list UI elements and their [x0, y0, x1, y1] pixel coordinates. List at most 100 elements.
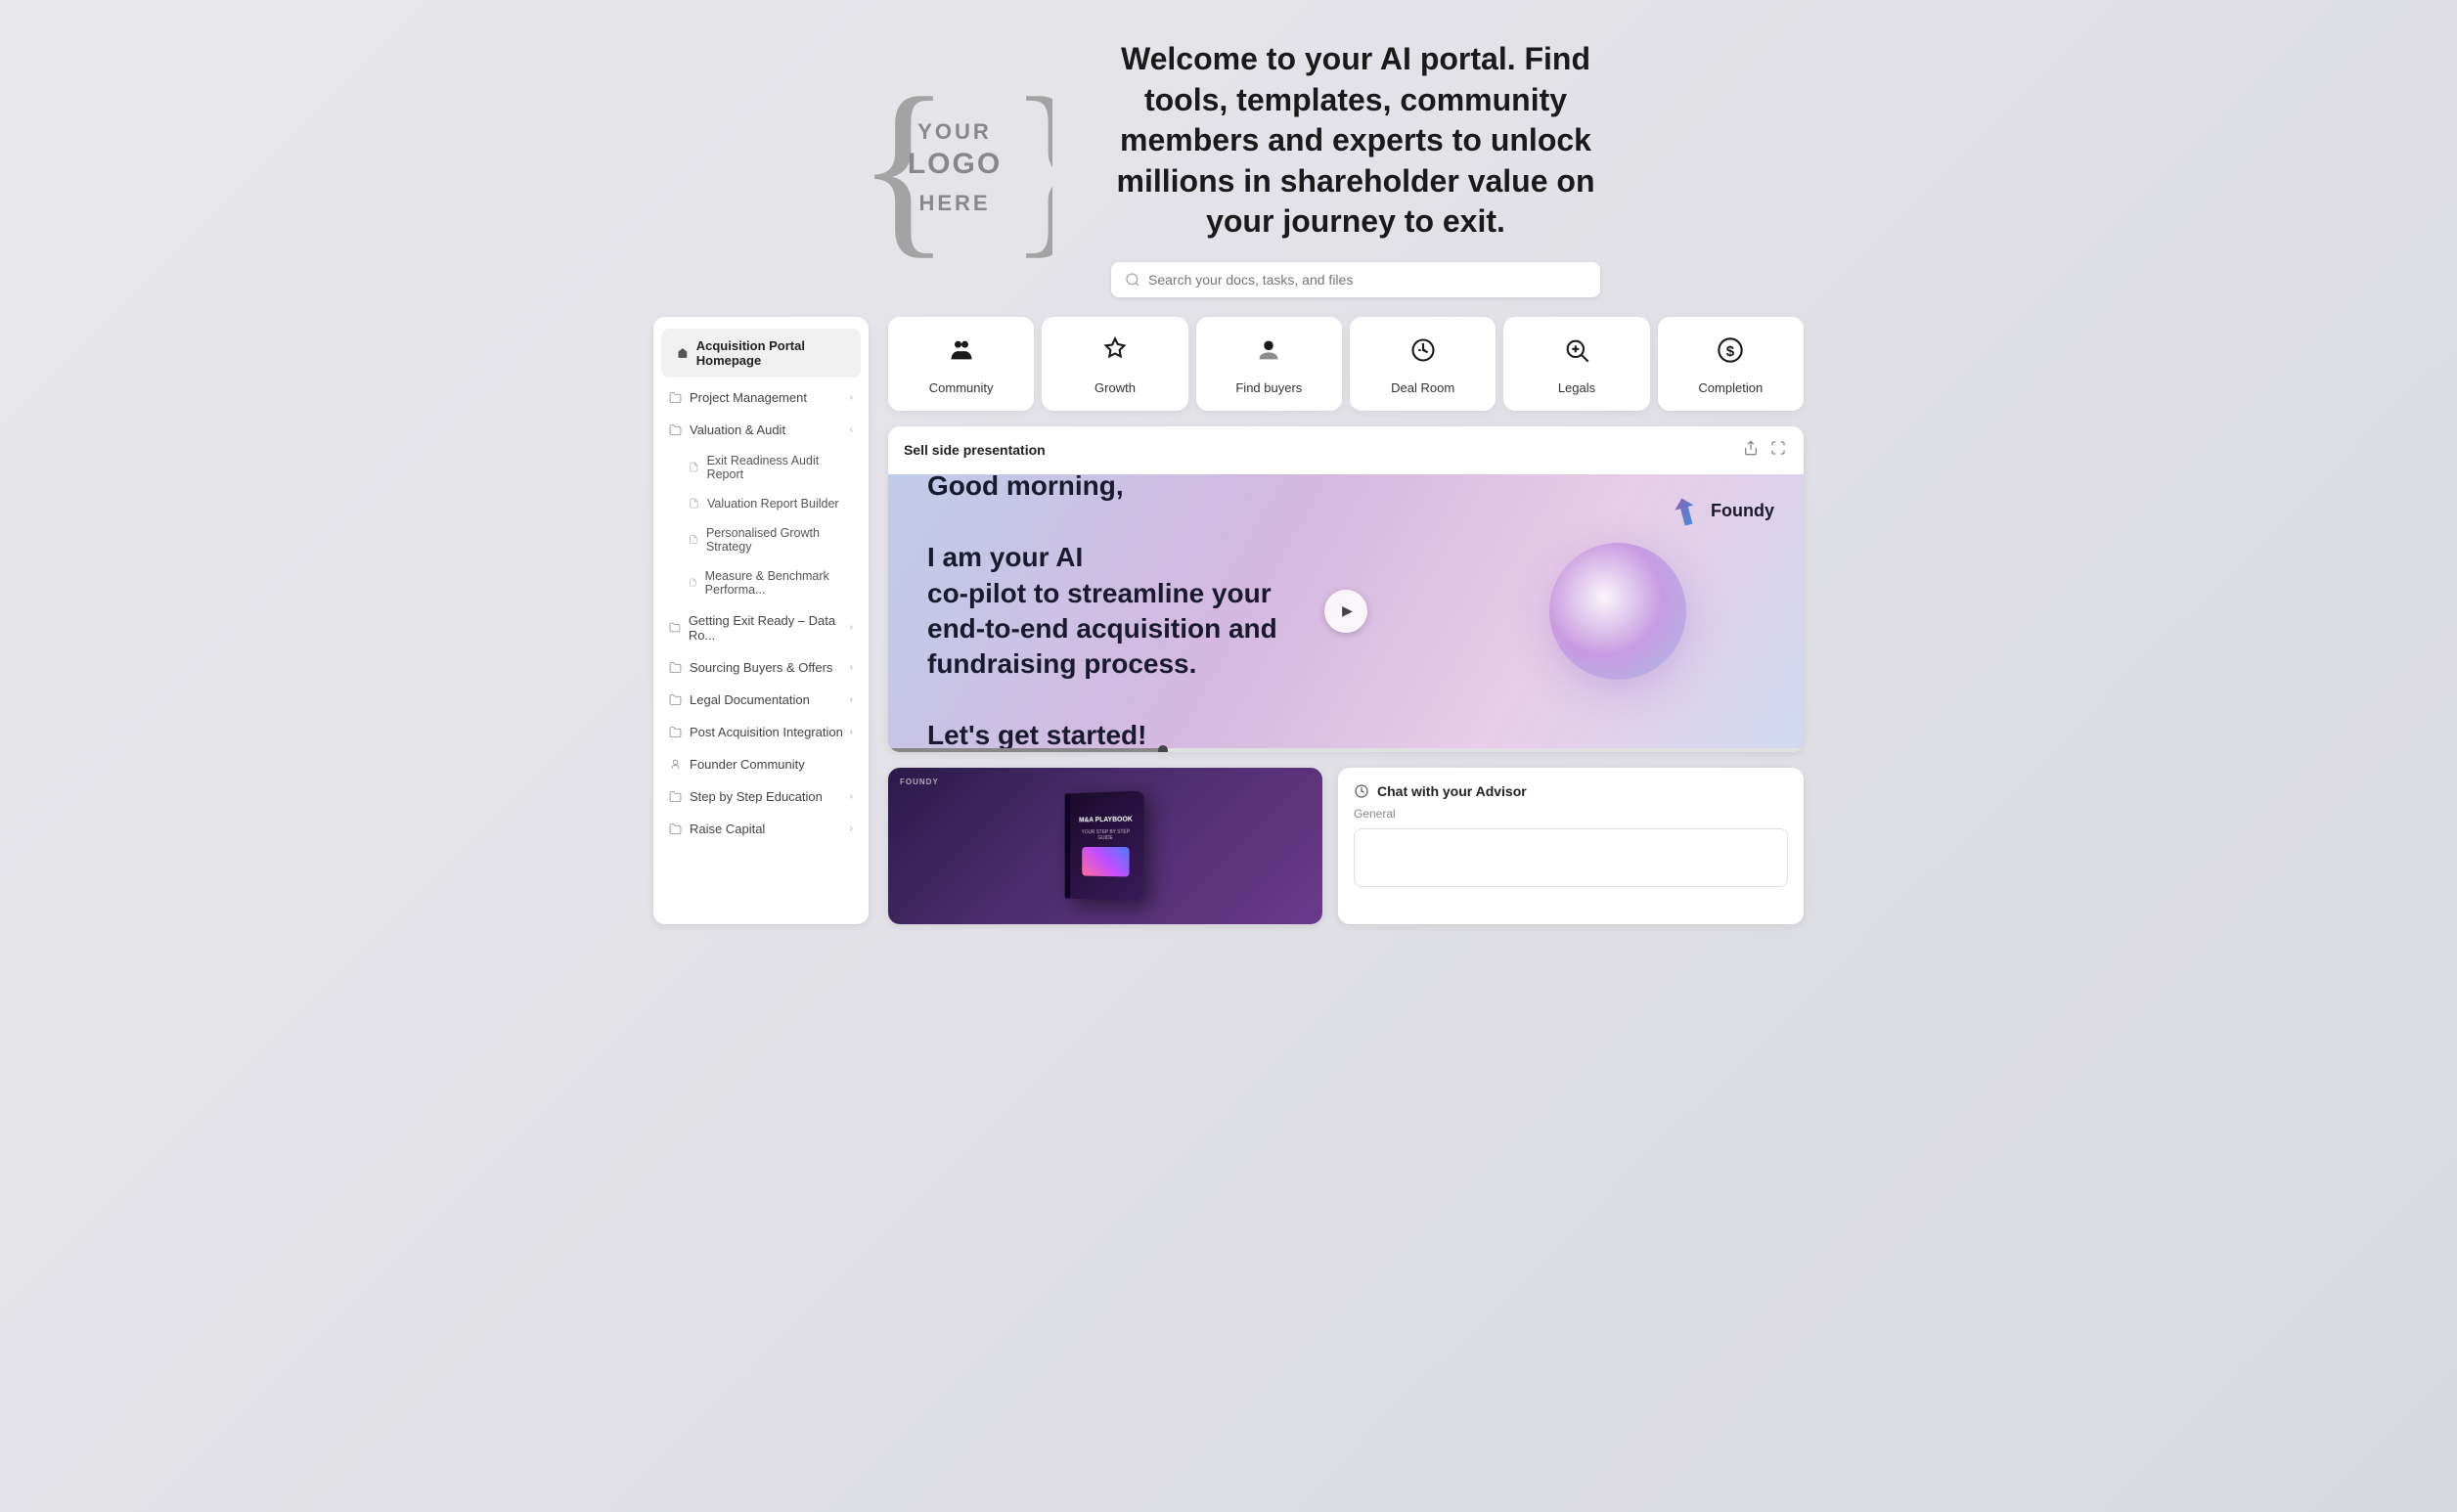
- folder-icon-6: [669, 726, 682, 738]
- foundy-name: Foundy: [1711, 501, 1774, 521]
- folder-icon-8: [669, 823, 682, 835]
- doc-icon-4: [689, 577, 697, 588]
- chevron-icon: ›: [850, 392, 853, 403]
- sidebar-sub-item-growth-strategy[interactable]: Personalised Growth Strategy: [653, 518, 869, 561]
- logo-container: { } YOUR LOGO HERE: [857, 66, 1052, 271]
- bottom-row: FOUNDY M&A PLAYBOOK YOUR STEP BY STEP GU…: [888, 768, 1804, 924]
- video-orb: [1549, 543, 1686, 680]
- legals-nav-icon: [1563, 336, 1590, 371]
- growth-nav-icon: [1101, 336, 1129, 371]
- nav-item-completion[interactable]: $ Completion: [1658, 317, 1804, 411]
- growth-label: Growth: [1094, 380, 1136, 395]
- svg-text:$: $: [1726, 343, 1735, 360]
- sidebar-item-sourcing-buyers[interactable]: Sourcing Buyers & Offers ›: [653, 651, 869, 684]
- chat-icon: [1354, 783, 1369, 799]
- search-icon: [1125, 272, 1140, 288]
- deal-room-label: Deal Room: [1391, 380, 1454, 395]
- chevron-icon-7: ›: [850, 791, 853, 802]
- icon-nav: Community Growth Find: [888, 317, 1804, 411]
- search-bar[interactable]: [1111, 262, 1600, 297]
- chat-title: Chat with your Advisor: [1377, 783, 1527, 799]
- chat-input[interactable]: [1354, 828, 1788, 887]
- hero-headline: Welcome to your AI portal. Find tools, t…: [1111, 39, 1600, 243]
- sidebar-sub-item-exit-readiness[interactable]: Exit Readiness Audit Report: [653, 446, 869, 489]
- chevron-icon-3: ›: [850, 622, 853, 633]
- nav-item-find-buyers[interactable]: Find buyers: [1196, 317, 1342, 411]
- svg-text:YOUR: YOUR: [917, 119, 992, 144]
- video-progress-fill: [888, 748, 1163, 752]
- completion-nav-icon: $: [1717, 336, 1744, 371]
- community-label: Community: [929, 380, 994, 395]
- doc-icon-2: [689, 498, 699, 509]
- folder-icon-4: [669, 661, 682, 674]
- sidebar-item-education[interactable]: Step by Step Education ›: [653, 780, 869, 813]
- nav-item-community[interactable]: Community: [888, 317, 1034, 411]
- folder-icon-2: [669, 423, 682, 436]
- sidebar-item-founder-community[interactable]: Founder Community: [653, 748, 869, 780]
- home-icon: [677, 346, 689, 360]
- play-button[interactable]: [1324, 590, 1367, 633]
- chevron-icon-2: ‹: [850, 424, 853, 435]
- sidebar-item-raise-capital[interactable]: Raise Capital ›: [653, 813, 869, 845]
- svg-text:LOGO: LOGO: [908, 148, 1002, 180]
- sidebar-item-valuation-audit[interactable]: Valuation & Audit ‹: [653, 414, 869, 446]
- folder-icon-3: [669, 621, 681, 634]
- main-content: Acquisition Portal Homepage Project Mana…: [614, 317, 1843, 963]
- hero-text: Welcome to your AI portal. Find tools, t…: [1111, 39, 1600, 297]
- community-nav-icon: [948, 336, 975, 371]
- video-progress-bar[interactable]: [888, 748, 1804, 752]
- sidebar-item-project-management[interactable]: Project Management ›: [653, 381, 869, 414]
- sidebar-sub-item-measure-benchmark[interactable]: Measure & Benchmark Performa...: [653, 561, 869, 604]
- fullscreen-button[interactable]: [1768, 438, 1788, 463]
- video-text: Good morning, I am your AI co-pilot to s…: [888, 474, 1317, 748]
- svg-text:HERE: HERE: [918, 191, 990, 215]
- hero-section: { } YOUR LOGO HERE Welcome to your AI po…: [614, 0, 1843, 317]
- deal-room-nav-icon: [1409, 336, 1437, 371]
- chat-header: Chat with your Advisor: [1354, 783, 1788, 799]
- folder-icon-5: [669, 693, 682, 706]
- search-input[interactable]: [1148, 272, 1586, 288]
- video-card: Sell side presentation: [888, 426, 1804, 752]
- community-icon: [669, 758, 682, 771]
- playbook-book-design: [1082, 847, 1129, 877]
- right-panel: Community Growth Find: [888, 317, 1804, 924]
- sidebar: Acquisition Portal Homepage Project Mana…: [653, 317, 869, 924]
- nav-item-legals[interactable]: Legals: [1503, 317, 1649, 411]
- video-card-header: Sell side presentation: [888, 426, 1804, 474]
- sidebar-home-label: Acquisition Portal Homepage: [696, 338, 845, 368]
- nav-item-deal-room[interactable]: Deal Room: [1350, 317, 1496, 411]
- find-buyers-nav-icon: [1255, 336, 1282, 371]
- completion-label: Completion: [1698, 380, 1763, 395]
- playbook-image: FOUNDY M&A PLAYBOOK YOUR STEP BY STEP GU…: [888, 768, 1322, 924]
- playbook-book: M&A PLAYBOOK YOUR STEP BY STEP GUIDE: [1068, 791, 1143, 902]
- svg-text:}: }: [1008, 66, 1052, 271]
- chat-card: Chat with your Advisor General: [1338, 768, 1804, 924]
- playbook-book-title: M&A PLAYBOOK: [1079, 816, 1133, 825]
- find-buyers-label: Find buyers: [1235, 380, 1302, 395]
- doc-icon: [689, 462, 699, 472]
- sidebar-item-legal[interactable]: Legal Documentation ›: [653, 684, 869, 716]
- video-tagline: Good morning, I am your AI co-pilot to s…: [927, 474, 1277, 748]
- video-container[interactable]: Foundy Good morning, I am your AI co-pil…: [888, 474, 1804, 748]
- folder-icon-7: [669, 790, 682, 803]
- share-button[interactable]: [1741, 438, 1761, 463]
- sidebar-item-home[interactable]: Acquisition Portal Homepage: [661, 329, 861, 378]
- sidebar-sub-item-valuation-builder[interactable]: Valuation Report Builder: [653, 489, 869, 518]
- playbook-book-subtitle: YOUR STEP BY STEP GUIDE: [1076, 828, 1137, 840]
- doc-icon-3: [689, 534, 698, 545]
- chat-label: General: [1354, 807, 1788, 821]
- logo-svg: { } YOUR LOGO HERE: [857, 66, 1052, 271]
- nav-item-growth[interactable]: Growth: [1042, 317, 1187, 411]
- legals-label: Legals: [1558, 380, 1595, 395]
- chevron-icon-8: ›: [850, 823, 853, 834]
- playbook-brand-label: FOUNDY: [900, 778, 939, 786]
- video-card-title: Sell side presentation: [904, 442, 1046, 458]
- foundy-brand: Foundy: [1668, 494, 1774, 529]
- video-card-actions: [1741, 438, 1788, 463]
- sidebar-item-post-acquisition[interactable]: Post Acquisition Integration ›: [653, 716, 869, 748]
- folder-icon: [669, 391, 682, 404]
- chevron-icon-6: ›: [850, 727, 853, 737]
- playbook-card[interactable]: FOUNDY M&A PLAYBOOK YOUR STEP BY STEP GU…: [888, 768, 1322, 924]
- sidebar-item-getting-exit-ready[interactable]: Getting Exit Ready – Data Ro... ›: [653, 604, 869, 651]
- foundy-logo-icon: [1668, 494, 1703, 529]
